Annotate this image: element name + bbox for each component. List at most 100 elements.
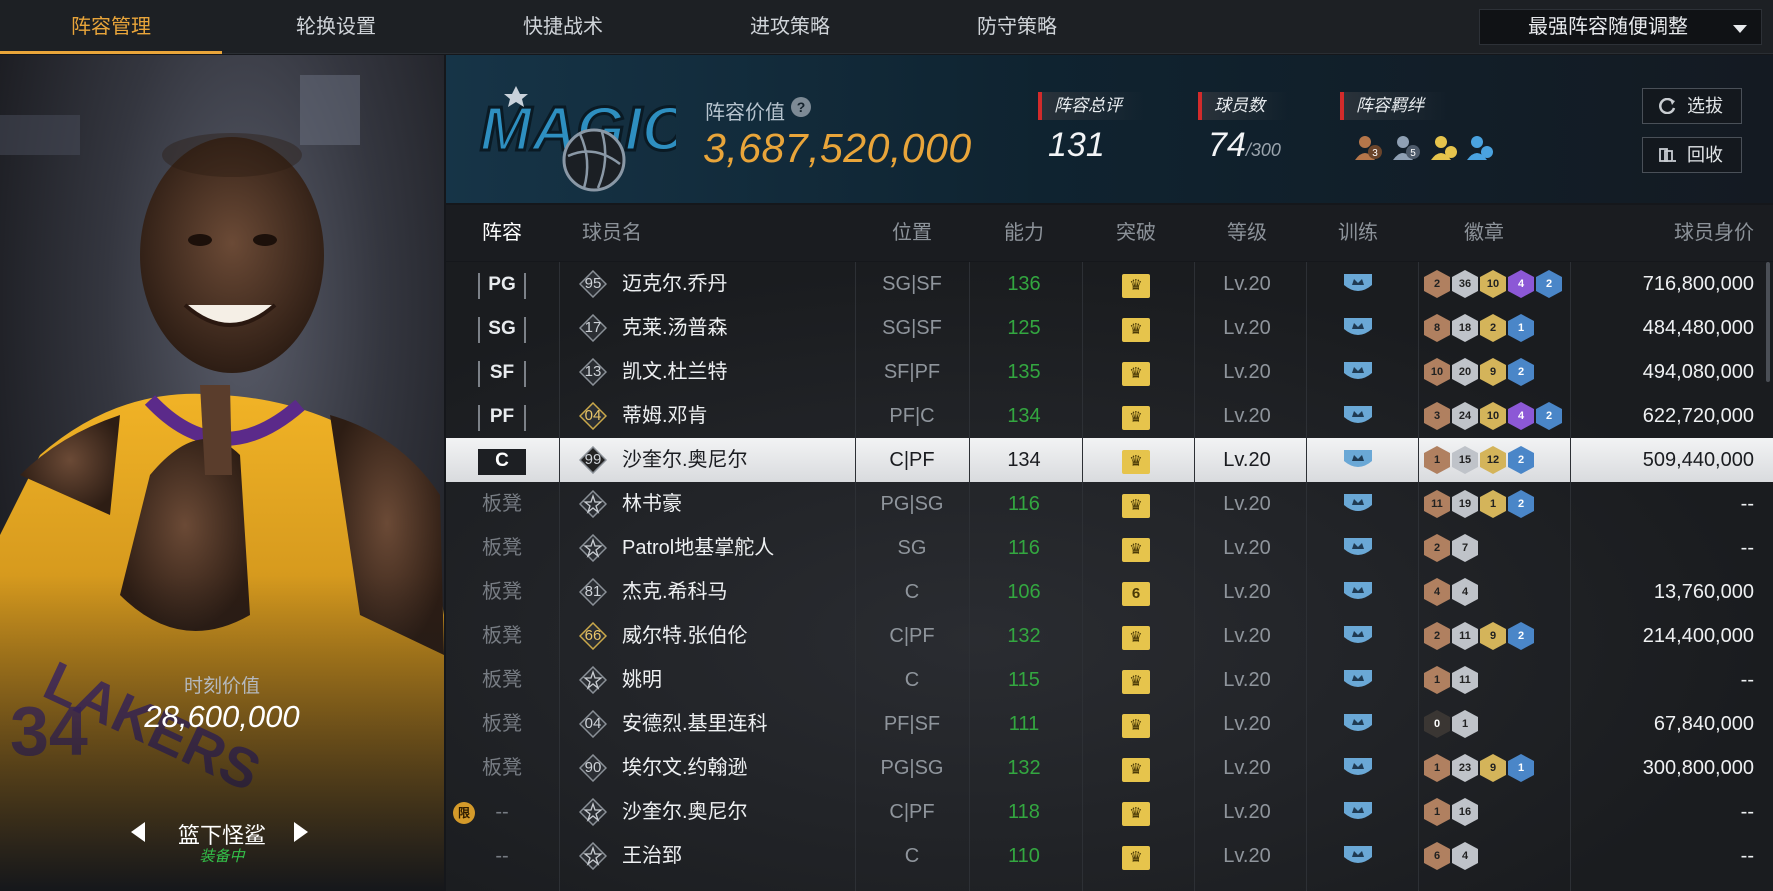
table-row[interactable]: 板凳 81 杰克.希科马 C 106 6 Lv.20 4 4 13,760,000	[446, 570, 1773, 614]
table-scrollbar[interactable]	[1766, 262, 1770, 382]
pick-button[interactable]: 选拔	[1642, 88, 1742, 124]
table-row[interactable]: 板凳 Patrol地基掌舵人 SG 116 ♛ Lv.20 2 7 --	[446, 526, 1773, 570]
col-training: 训练	[1338, 222, 1378, 244]
card-equipped-status: 装备中	[199, 848, 245, 865]
recycle-button-label: 回收	[1687, 145, 1723, 165]
lineup-slot[interactable]: 板凳	[446, 614, 558, 658]
badge-hex-icon: 1	[1452, 710, 1478, 738]
recycle-cards-icon	[1659, 148, 1676, 162]
lineup-slot[interactable]: PF	[446, 394, 558, 438]
badge-hex-icon: 2	[1508, 490, 1534, 518]
badge-hex-icon: 9	[1480, 622, 1506, 650]
lineup-bond-label: 阵容羁绊	[1340, 92, 1448, 120]
lineup-slot[interactable]: 板凳	[446, 702, 558, 746]
player-ability: 132	[1007, 625, 1041, 647]
team-logo-magic: MAGIC	[479, 86, 676, 192]
limited-icon: 限	[453, 802, 475, 824]
tab-lineup-management[interactable]: 阵容管理	[0, 0, 222, 54]
tab-quick-tactics[interactable]: 快捷战术	[450, 0, 676, 54]
player-name: 沙奎尔.奥尼尔	[622, 801, 748, 823]
table-row[interactable]: SG 17 克莱.汤普森 SG|SF 125 ♛ Lv.20 8 18 2 1 484,480,000	[446, 306, 1773, 350]
refresh-icon	[1659, 98, 1676, 114]
badge-list: 2 36 10 4 2	[1424, 262, 1574, 306]
player-portrait-image: LAKERS 34	[0, 75, 444, 891]
badge-list: 1 15 12 2	[1424, 438, 1574, 482]
star-icon	[579, 666, 607, 694]
player-position: PG|SG	[880, 757, 944, 779]
player-level: Lv.20	[1223, 449, 1271, 471]
badge-hex-icon: 2	[1536, 402, 1562, 430]
badge-hex-icon: 2	[1508, 446, 1534, 474]
player-name: 克莱.汤普森	[622, 317, 728, 339]
player-position: C|PF	[889, 449, 935, 471]
col-player-worth: 球员身价	[1674, 222, 1754, 244]
tab-rotation-settings[interactable]: 轮换设置	[222, 0, 450, 54]
table-row[interactable]: -- 限沙奎尔.奥尼尔 C|PF 118 ♛ Lv.20 1 16 --	[446, 790, 1773, 834]
tab-offense-strategy[interactable]: 进攻策略	[676, 0, 904, 54]
breakthrough-cell: ♛	[1082, 394, 1190, 438]
player-name: 威尔特.张伯伦	[622, 625, 748, 647]
table-row[interactable]: -- 王治郅 C 110 ♛ Lv.20 6 4 --	[446, 834, 1773, 878]
lineup-slot[interactable]: SF	[446, 350, 558, 394]
breakthrough-cell: ♛	[1082, 658, 1190, 702]
player-position: PF|C	[889, 405, 935, 427]
table-row[interactable]: 板凳 04 安德烈.基里连科 PF|SF 111 ♛ Lv.20 0 1 67,840,000	[446, 702, 1773, 746]
lineup-slot[interactable]: C	[446, 438, 558, 482]
lineup-preset-dropdown[interactable]: 最强阵容随便调整	[1479, 9, 1762, 45]
lineup-slot[interactable]: PG	[446, 262, 558, 306]
lineup-slot[interactable]: 板凳	[446, 658, 558, 702]
table-row[interactable]: PG 95 迈克尔.乔丹 SG|SF 136 ♛ Lv.20 2 36 10 4 2 716,800,0…	[446, 262, 1773, 306]
badge-list: 10 20 9 2	[1424, 350, 1574, 394]
col-player-name: 球员名	[582, 222, 642, 244]
training-cell	[1304, 350, 1412, 394]
player-name: 迈克尔.乔丹	[622, 273, 728, 295]
lineup-slot[interactable]: 板凳	[446, 526, 558, 570]
badge-hex-icon: 23	[1452, 754, 1478, 782]
crown-icon: ♛	[1122, 538, 1150, 562]
training-cell	[1304, 834, 1412, 878]
training-cell	[1304, 658, 1412, 702]
table-row[interactable]: 板凳 林书豪 PG|SG 116 ♛ Lv.20 11 19 1 2 --	[446, 482, 1773, 526]
player-worth: 622,720,000	[1642, 405, 1754, 427]
badge-hex-icon: 1	[1424, 754, 1450, 782]
recycle-button[interactable]: 回收	[1642, 137, 1742, 173]
player-count-value: 74	[1208, 126, 1246, 164]
table-row[interactable]: 板凳 90 埃尔文.约翰逊 PG|SG 132 ♛ Lv.20 1 23 9 1 300,800,00…	[446, 746, 1773, 790]
breakthrough-cell: ♛	[1082, 438, 1190, 482]
lineup-slot[interactable]: 板凳	[446, 746, 558, 790]
crown-icon: ♛	[1122, 406, 1150, 430]
player-position: SG	[897, 537, 927, 559]
table-row[interactable]: C 99 沙奎尔.奥尼尔 C|PF 134 ♛ Lv.20 1 15 12 2 509,440,000	[446, 438, 1773, 482]
column-divider	[855, 262, 856, 891]
table-row[interactable]: PF 04 蒂姆.邓肯 PF|C 134 ♛ Lv.20 3 24 10 4 2 622,720,000	[446, 394, 1773, 438]
table-row[interactable]: 板凳 姚明 C 115 ♛ Lv.20 1 11 --	[446, 658, 1773, 702]
lineup-slot[interactable]: SG	[446, 306, 558, 350]
position-slot-badge: SF	[478, 361, 526, 387]
table-row[interactable]: 板凳 66 威尔特.张伯伦 C|PF 132 ♛ Lv.20 2 11 9 2 214,400,000	[446, 614, 1773, 658]
column-divider	[1570, 262, 1571, 891]
badge-hex-icon: 9	[1480, 358, 1506, 386]
breakthrough-cell: ♛	[1082, 526, 1190, 570]
lineup-slot[interactable]: 板凳	[446, 570, 558, 614]
lineup-slot[interactable]: 板凳	[446, 482, 558, 526]
player-ability: 135	[1007, 361, 1041, 383]
table-row[interactable]: SF 13 凯文.杜兰特 SF|PF 135 ♛ Lv.20 10 20 9 2 494,080,00…	[446, 350, 1773, 394]
badge-list: 27	[1424, 526, 1574, 570]
training-cell	[1304, 526, 1412, 570]
badge-hex-icon: 10	[1424, 358, 1450, 386]
badge-list: 1 16	[1424, 790, 1574, 834]
player-level: Lv.20	[1223, 713, 1271, 735]
player-position: C	[904, 669, 920, 691]
lineup-value: 3,687,520,000	[703, 125, 972, 171]
badge-list: 8 18 2 1	[1424, 306, 1574, 350]
lineup-slot[interactable]: --	[446, 834, 558, 878]
badge-hex-icon: 10	[1480, 402, 1506, 430]
roster-table-body: PG 95 迈克尔.乔丹 SG|SF 136 ♛ Lv.20 2 36 10 4 2 716,800,0…	[446, 262, 1773, 891]
tab-defense-strategy[interactable]: 防守策略	[904, 0, 1130, 54]
badge-hex-icon: 2	[1480, 314, 1506, 342]
help-icon[interactable]: ?	[791, 97, 811, 117]
lineup-bond-icons[interactable]: 3 5	[1353, 132, 1503, 164]
next-card-arrow-icon[interactable]	[294, 822, 308, 842]
training-shield-icon	[1344, 582, 1372, 599]
badge-hex-icon: 2	[1424, 270, 1450, 298]
